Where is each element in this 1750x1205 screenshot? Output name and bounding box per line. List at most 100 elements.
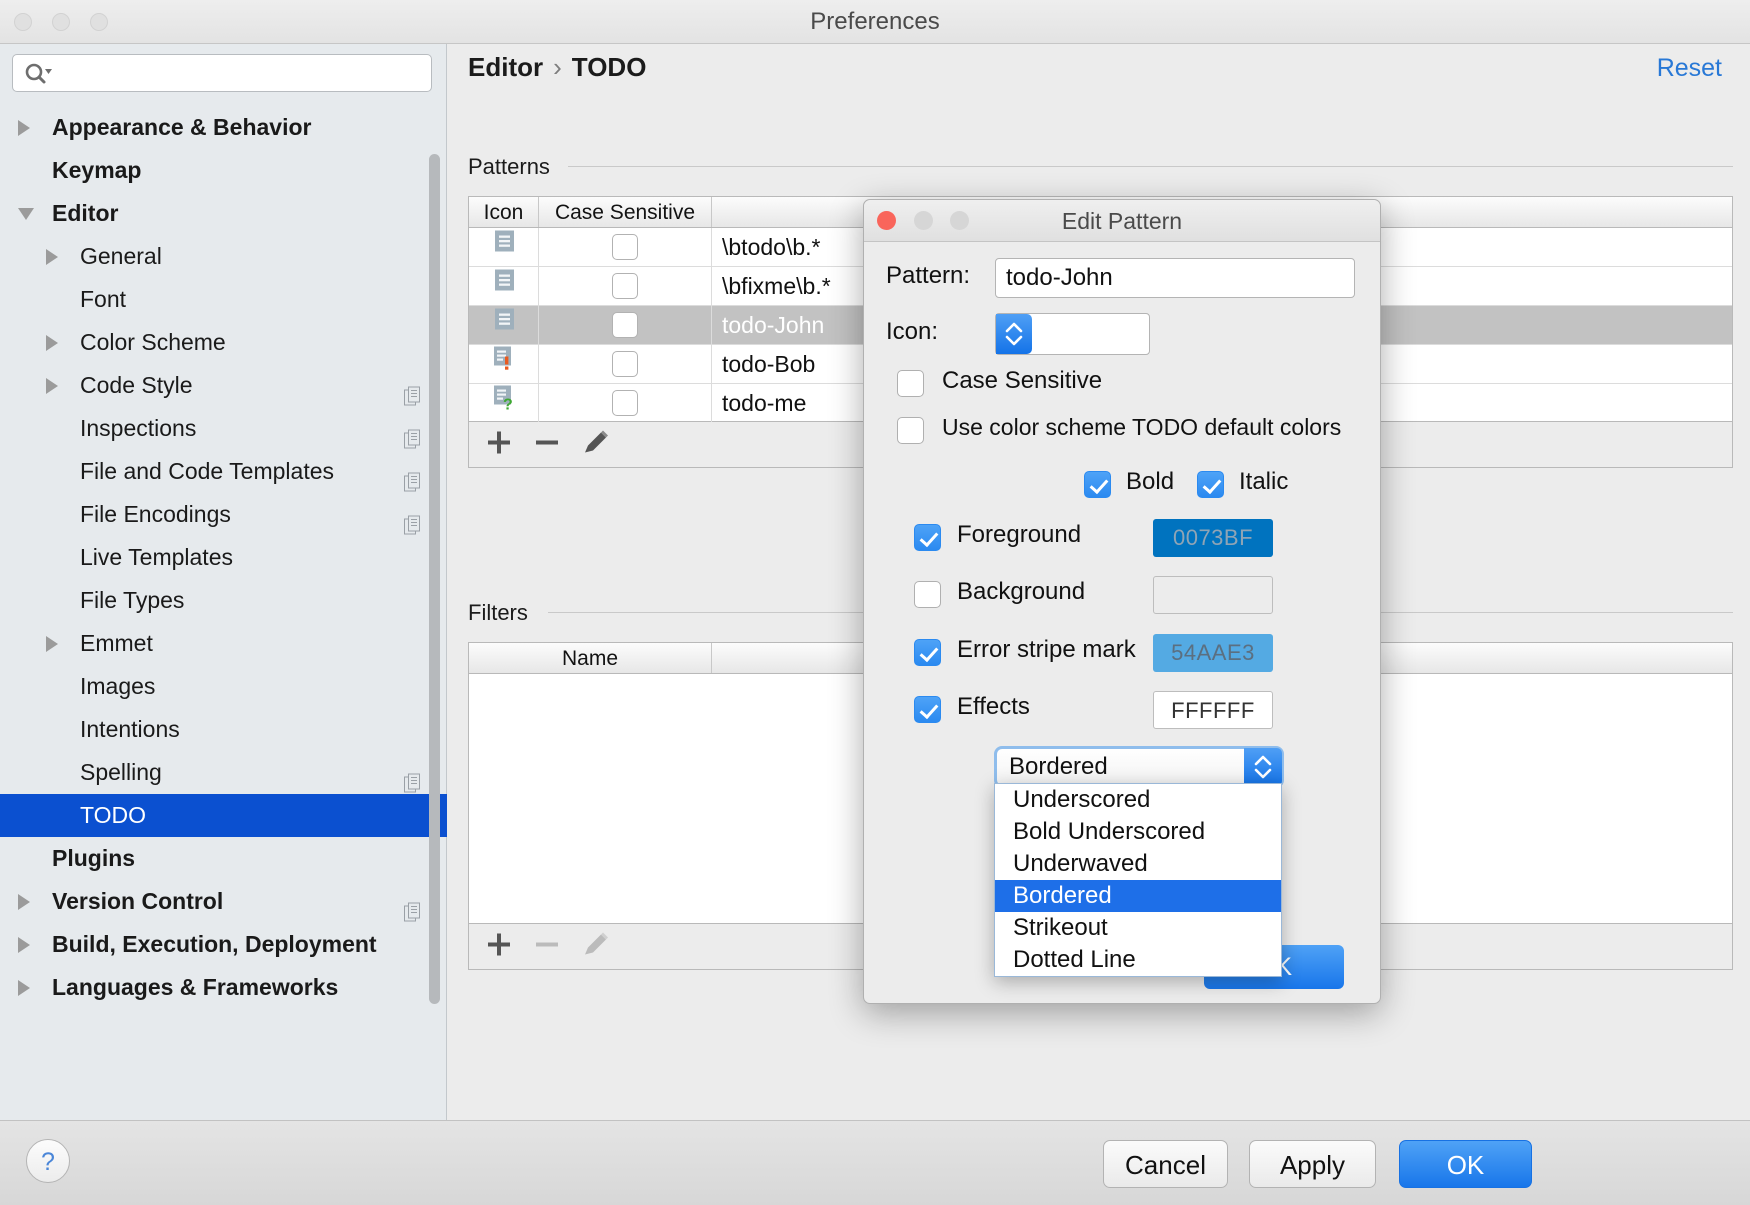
- sidebar-item-languages-frameworks[interactable]: Languages & Frameworks: [0, 966, 447, 1009]
- case-sensitive-cell[interactable]: [539, 345, 712, 383]
- pattern-input[interactable]: todo-John: [995, 258, 1355, 298]
- effect-option[interactable]: Dotted Line: [995, 944, 1281, 976]
- column-header-name[interactable]: Name: [469, 643, 712, 673]
- case-sensitive-cell[interactable]: [539, 228, 712, 266]
- effect-option[interactable]: Underwaved: [995, 848, 1281, 880]
- italic-label: Italic: [1239, 468, 1288, 496]
- pencil-icon[interactable]: [581, 427, 611, 462]
- sidebar-item-file-and-code-templates[interactable]: File and Code Templates: [0, 450, 447, 493]
- column-header-case-sensitive[interactable]: Case Sensitive: [539, 197, 712, 227]
- chevron-right-icon[interactable]: [46, 249, 58, 265]
- sidebar-item-code-style[interactable]: Code Style: [0, 364, 447, 407]
- sidebar-item-editor[interactable]: Editor: [0, 192, 447, 235]
- chevron-right-icon[interactable]: [18, 937, 30, 953]
- chevron-right-icon[interactable]: [46, 378, 58, 394]
- icon-stepper[interactable]: [996, 314, 1032, 354]
- effect-type-dropdown[interactable]: UnderscoredBold UnderscoredUnderwavedBor…: [994, 783, 1282, 977]
- icon-select[interactable]: [995, 313, 1150, 355]
- sidebar-item-todo[interactable]: TODO: [0, 794, 447, 837]
- italic-checkbox[interactable]: [1197, 471, 1224, 498]
- error-stripe-color-swatch[interactable]: 54AAE3: [1153, 634, 1273, 672]
- search-input[interactable]: [61, 55, 427, 91]
- sidebar-item-appearance-behavior[interactable]: Appearance & Behavior: [0, 106, 447, 149]
- sidebar-item-label: Intentions: [80, 708, 180, 751]
- filters-add-button[interactable]: [485, 930, 513, 963]
- cancel-button[interactable]: Cancel: [1103, 1140, 1228, 1188]
- search-icon: [23, 62, 53, 91]
- pattern-icon-cell: [469, 345, 539, 383]
- chevron-right-icon[interactable]: [46, 335, 58, 351]
- row-case-sensitive-checkbox[interactable]: [612, 273, 638, 299]
- foreground-color-swatch[interactable]: 0073BF: [1153, 519, 1273, 557]
- dialog-titlebar: Edit Pattern: [864, 200, 1380, 242]
- sidebar-item-intentions[interactable]: Intentions: [0, 708, 447, 751]
- background-color-swatch[interactable]: [1153, 576, 1273, 614]
- effects-color-swatch[interactable]: FFFFFF: [1153, 691, 1273, 729]
- sidebar-item-label: Build, Execution, Deployment: [52, 923, 377, 966]
- row-case-sensitive-checkbox[interactable]: [612, 234, 638, 260]
- sidebar-item-general[interactable]: General: [0, 235, 447, 278]
- dialog-footer: ? Cancel Apply OK: [0, 1120, 1750, 1205]
- background-checkbox[interactable]: [914, 581, 941, 608]
- case-sensitive-cell[interactable]: [539, 384, 712, 422]
- sidebar-item-keymap[interactable]: Keymap: [0, 149, 447, 192]
- filters-edit-pencil-icon[interactable]: [581, 929, 611, 964]
- chevron-right-icon[interactable]: [18, 120, 30, 136]
- sidebar-item-color-scheme[interactable]: Color Scheme: [0, 321, 447, 364]
- sidebar-item-label: Live Templates: [80, 536, 233, 579]
- case-sensitive-cell[interactable]: [539, 306, 712, 344]
- sidebar-item-font[interactable]: Font: [0, 278, 447, 321]
- chevron-right-icon[interactable]: [46, 636, 58, 652]
- bold-checkbox[interactable]: [1084, 471, 1111, 498]
- reset-link[interactable]: Reset: [1657, 54, 1722, 83]
- filters-remove-button[interactable]: [533, 930, 561, 963]
- effect-option[interactable]: Strikeout: [995, 912, 1281, 944]
- sidebar-item-file-types[interactable]: File Types: [0, 579, 447, 622]
- patterns-add-button[interactable]: [485, 428, 513, 461]
- error-stripe-checkbox[interactable]: [914, 639, 941, 666]
- search-box[interactable]: [12, 54, 432, 92]
- case-sensitive-checkbox[interactable]: [897, 370, 924, 397]
- sidebar-item-label: Code Style: [80, 364, 193, 407]
- breadcrumb-root[interactable]: Editor: [468, 52, 543, 82]
- foreground-label: Foreground: [957, 521, 1081, 549]
- sidebar-item-label: Images: [80, 665, 155, 708]
- effect-type-stepper[interactable]: [1244, 748, 1282, 786]
- sidebar-item-inspections[interactable]: Inspections: [0, 407, 447, 450]
- effect-option[interactable]: Underscored: [995, 784, 1281, 816]
- sidebar-item-spelling[interactable]: Spelling: [0, 751, 447, 794]
- effect-option[interactable]: Bold Underscored: [995, 816, 1281, 848]
- chevron-right-icon[interactable]: [18, 980, 30, 996]
- sidebar-item-file-encodings[interactable]: File Encodings: [0, 493, 447, 536]
- effects-checkbox[interactable]: [914, 696, 941, 723]
- row-case-sensitive-checkbox[interactable]: [612, 312, 638, 338]
- sidebar-item-build-execution-deployment[interactable]: Build, Execution, Deployment: [0, 923, 447, 966]
- patterns-remove-button[interactable]: [533, 428, 561, 461]
- chevron-down-icon[interactable]: [18, 208, 34, 220]
- doc-plain-icon: [490, 267, 518, 306]
- use-default-colors-checkbox[interactable]: [897, 417, 924, 444]
- sidebar-item-images[interactable]: Images: [0, 665, 447, 708]
- sidebar-item-label: Editor: [52, 192, 118, 235]
- chevron-right-icon[interactable]: [18, 894, 30, 910]
- column-header-icon[interactable]: Icon: [469, 197, 539, 227]
- apply-button[interactable]: Apply: [1249, 1140, 1376, 1188]
- sidebar-item-plugins[interactable]: Plugins: [0, 837, 447, 880]
- sidebar-item-live-templates[interactable]: Live Templates: [0, 536, 447, 579]
- sidebar-scrollbar[interactable]: [429, 154, 440, 1004]
- effect-option[interactable]: Bordered: [995, 880, 1281, 912]
- help-button[interactable]: ?: [26, 1139, 70, 1183]
- copy-settings-icon: [404, 763, 421, 782]
- ok-button[interactable]: OK: [1399, 1140, 1532, 1188]
- row-case-sensitive-checkbox[interactable]: [612, 390, 638, 416]
- case-sensitive-label: Case Sensitive: [942, 367, 1102, 395]
- row-case-sensitive-checkbox[interactable]: [612, 351, 638, 377]
- sidebar-item-version-control[interactable]: Version Control: [0, 880, 447, 923]
- sidebar-item-emmet[interactable]: Emmet: [0, 622, 447, 665]
- case-sensitive-cell[interactable]: [539, 267, 712, 305]
- doc-plain-icon: [490, 228, 518, 267]
- foreground-checkbox[interactable]: [914, 524, 941, 551]
- effect-type-combobox[interactable]: Bordered: [994, 746, 1284, 788]
- icon-label: Icon:: [886, 318, 938, 346]
- background-label: Background: [957, 578, 1085, 606]
